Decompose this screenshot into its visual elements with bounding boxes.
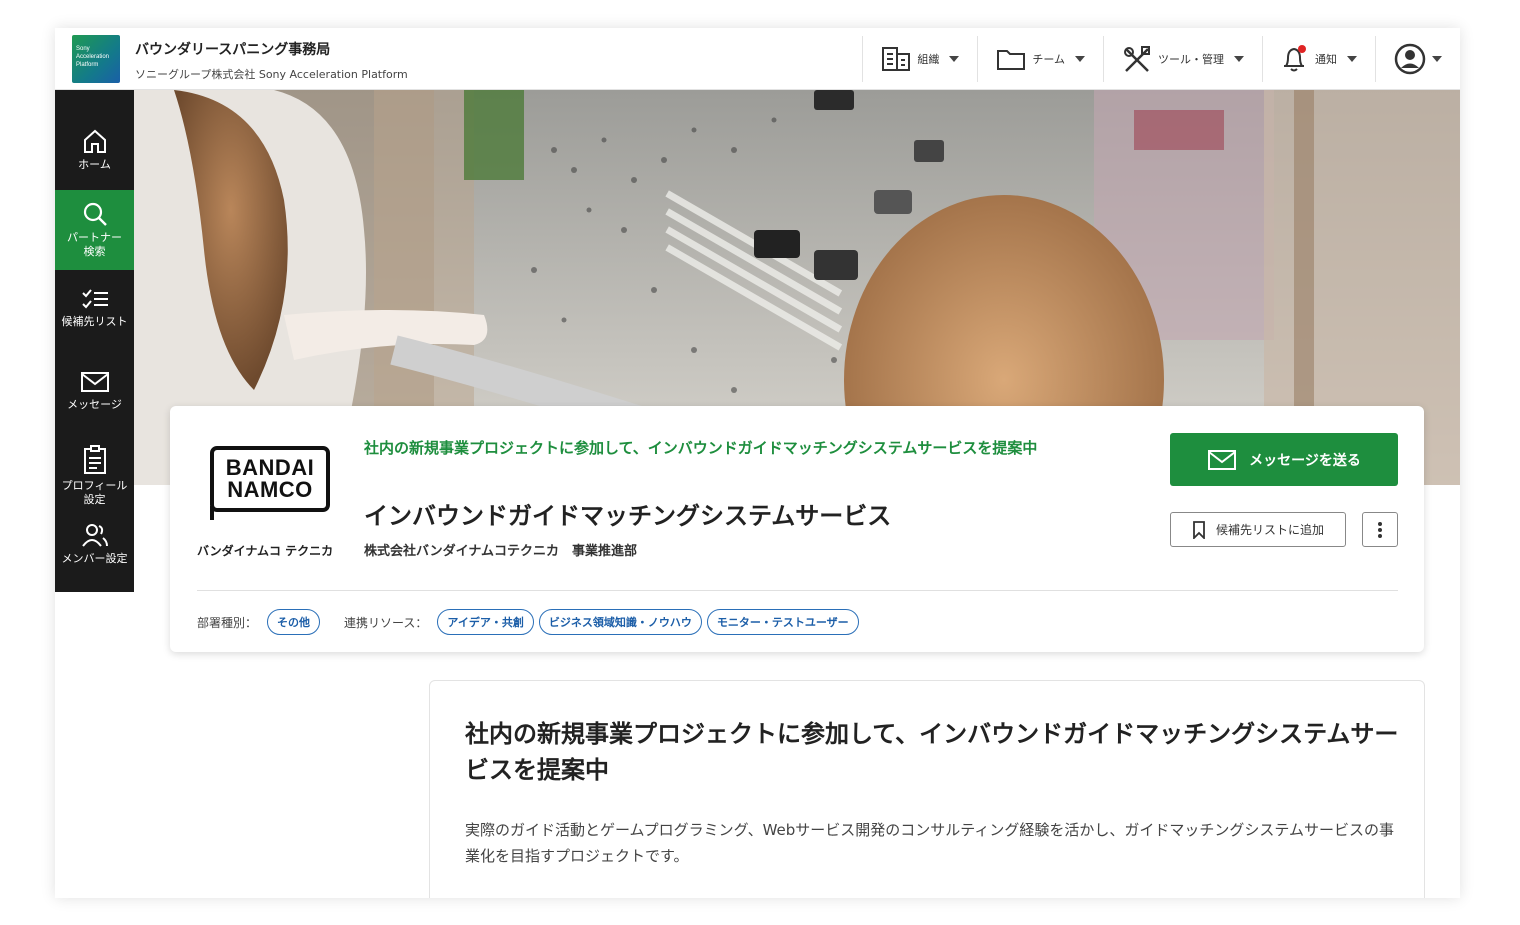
chevron-down-icon <box>1432 56 1442 62</box>
card-divider <box>197 590 1398 591</box>
company-department: 株式会社バンダイナムコテクニカ 事業推進部 <box>364 544 638 559</box>
menu-tools-label: ツール・管理 <box>1158 53 1224 66</box>
add-to-candidate-list-button[interactable]: 候補先リストに追加 <box>1170 512 1346 547</box>
sidebar-item-candidate-list[interactable]: 候補先リスト <box>55 270 134 346</box>
home-icon <box>83 129 106 153</box>
detail-title: 社内の新規事業プロジェクトに参加して、インバウンドガイドマッチングシステムサービ… <box>465 720 1399 784</box>
folder-icon <box>997 50 1026 70</box>
mail-icon <box>80 372 109 392</box>
mail-icon <box>1208 449 1237 470</box>
profile-card: BANDAI NAMCO バンダイナムコ テクニカ 社内の新規事業プロジェクトに… <box>170 406 1424 652</box>
brand-line-1: BANDAI <box>225 455 315 480</box>
resource-tag[interactable]: アイデア・共創 <box>437 609 534 635</box>
add-candidate-label: 候補先リストに追加 <box>1215 523 1324 537</box>
sidebar-item-label: ホーム <box>78 158 111 171</box>
menu-notifications-label: 通知 <box>1315 53 1337 66</box>
sidebar-item-profile-settings[interactable]: プロフィール設定 <box>55 436 134 516</box>
logo-text: Sony Acceleration Platform <box>76 46 110 68</box>
sidebar-item-label: プロフィール設定 <box>61 479 128 506</box>
tools-icon <box>1124 46 1150 72</box>
menu-organization-label: 組織 <box>917 53 940 66</box>
sidebar-item-member-settings[interactable]: メンバー設定 <box>55 516 134 592</box>
sidebar-item-label: メッセージ <box>67 398 122 411</box>
search-icon <box>83 202 107 226</box>
chevron-down-icon <box>1234 56 1244 62</box>
bell-icon <box>1284 45 1306 72</box>
resources-label: 連携リソース： <box>344 615 428 630</box>
company-logo: BANDAI NAMCO <box>210 446 330 512</box>
more-vertical-icon <box>1378 521 1382 538</box>
checklist-icon <box>81 289 108 309</box>
tag-row: 部署種別： その他 連携リソース： アイデア・共創 ビジネス領域知識・ノウハウ … <box>197 609 864 635</box>
detail-card: 社内の新規事業プロジェクトに参加して、インバウンドガイドマッチングシステムサービ… <box>429 680 1425 898</box>
top-menu: 組織 チーム ツール・管理 通知 <box>862 36 1460 82</box>
menu-team-label: チーム <box>1032 53 1065 66</box>
send-message-button[interactable]: メッセージを送る <box>1170 433 1398 486</box>
sidebar-item-label: パートナー検索 <box>67 231 122 258</box>
department-type-label: 部署種別： <box>197 615 258 630</box>
menu-organization[interactable]: 組織 <box>862 36 977 82</box>
org-name: バウンダリースパニング事務局 <box>135 42 331 58</box>
profile-headline: 社内の新規事業プロジェクトに参加して、インバウンドガイドマッチングシステムサービ… <box>364 439 1038 457</box>
company-short-name: バンダイナムコ テクニカ <box>197 544 334 558</box>
profile-title: インバウンドガイドマッチングシステムサービス <box>364 502 892 530</box>
building-icon <box>882 47 911 71</box>
bookmark-icon <box>1193 520 1205 539</box>
chevron-down-icon <box>1075 56 1085 62</box>
user-menu[interactable] <box>1375 36 1460 82</box>
avatar-icon <box>1394 43 1426 75</box>
resource-tag[interactable]: ビジネス領域知識・ノウハウ <box>538 609 702 635</box>
app-window: Sony Acceleration Platform バウンダリースパニング事務… <box>55 28 1460 898</box>
top-bar: Sony Acceleration Platform バウンダリースパニング事務… <box>55 28 1460 90</box>
sidebar-item-messages[interactable]: メッセージ <box>55 346 134 436</box>
sidebar-item-label: メンバー設定 <box>61 552 128 565</box>
brand-line-2: NAMCO <box>227 477 313 502</box>
resource-tag[interactable]: モニター・テストユーザー <box>706 609 859 635</box>
menu-team[interactable]: チーム <box>977 36 1103 82</box>
sidebar-item-home[interactable]: ホーム <box>55 110 134 190</box>
sony-acceleration-logo[interactable]: Sony Acceleration Platform <box>72 35 120 83</box>
sidebar-item-label: 候補先リスト <box>61 315 128 328</box>
members-icon <box>81 524 108 547</box>
org-subtitle: ソニーグループ株式会社 Sony Acceleration Platform <box>135 68 408 81</box>
send-message-label: メッセージを送る <box>1249 452 1361 469</box>
sidebar-item-partner-search[interactable]: パートナー検索 <box>55 190 134 270</box>
menu-tools[interactable]: ツール・管理 <box>1103 36 1262 82</box>
detail-body: 実際のガイド活動とゲームプログラミング、Webサービス開発のコンサルティング経験… <box>465 821 1394 865</box>
profile-form-icon <box>83 445 106 474</box>
chevron-down-icon <box>1347 56 1357 62</box>
logo-speech-tail <box>210 506 224 520</box>
department-type-tag[interactable]: その他 <box>267 609 321 635</box>
menu-notifications[interactable]: 通知 <box>1262 36 1375 82</box>
sidebar: ホーム パートナー検索 候補先リスト メッセージ プロフィール設定 メンバー設定 <box>55 90 134 592</box>
more-options-button[interactable] <box>1362 512 1398 547</box>
chevron-down-icon <box>949 56 960 62</box>
